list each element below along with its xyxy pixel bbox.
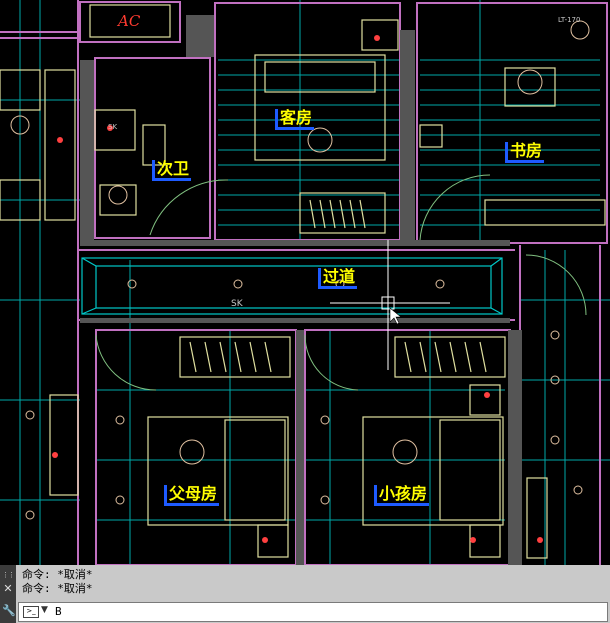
history-line: 命令: *取消*	[22, 582, 93, 595]
floorplan-svg	[0, 0, 610, 565]
room-label-corridor: 过道	[318, 268, 358, 289]
room-label-guest: 客房	[275, 109, 315, 130]
room-label-study: 书房	[505, 142, 545, 163]
command-prompt-icon[interactable]: >_	[23, 606, 39, 618]
crosshair-cursor	[330, 240, 450, 370]
corridor-ceiling	[81, 257, 503, 315]
sk-tag: SK	[231, 299, 243, 309]
sk-small-tag: SK	[108, 123, 118, 131]
ac-tag: AC	[118, 12, 141, 30]
room-label-kids: 小孩房	[374, 485, 430, 506]
drawing-canvas[interactable]: AC 客房 书房 次卫 过道 父母房 小孩房 SK SK LT-170	[0, 0, 610, 565]
command-line-toolstrip: ⋮⋮ ✕ 🔧	[0, 565, 16, 623]
solid-walls	[80, 15, 522, 565]
command-history: 命令: *取消* 命令: *取消*	[22, 568, 93, 596]
wrench-icon[interactable]: 🔧	[2, 605, 16, 617]
room-label-bath: 次卫	[152, 160, 192, 181]
command-input-row[interactable]: >_ ▼	[18, 602, 608, 622]
command-line-panel: ⋮⋮ ✕ 🔧 命令: *取消* 命令: *取消* >_ ▼	[0, 565, 610, 623]
room-label-parents: 父母房	[164, 485, 220, 506]
history-line: 命令: *取消*	[22, 568, 93, 581]
command-input[interactable]	[55, 604, 595, 618]
close-icon[interactable]: ✕	[2, 583, 14, 595]
chevron-down-icon[interactable]: ▼	[41, 605, 48, 615]
grip-icon[interactable]: ⋮⋮	[2, 569, 15, 581]
ceiling-tag: LT-170	[558, 16, 581, 24]
